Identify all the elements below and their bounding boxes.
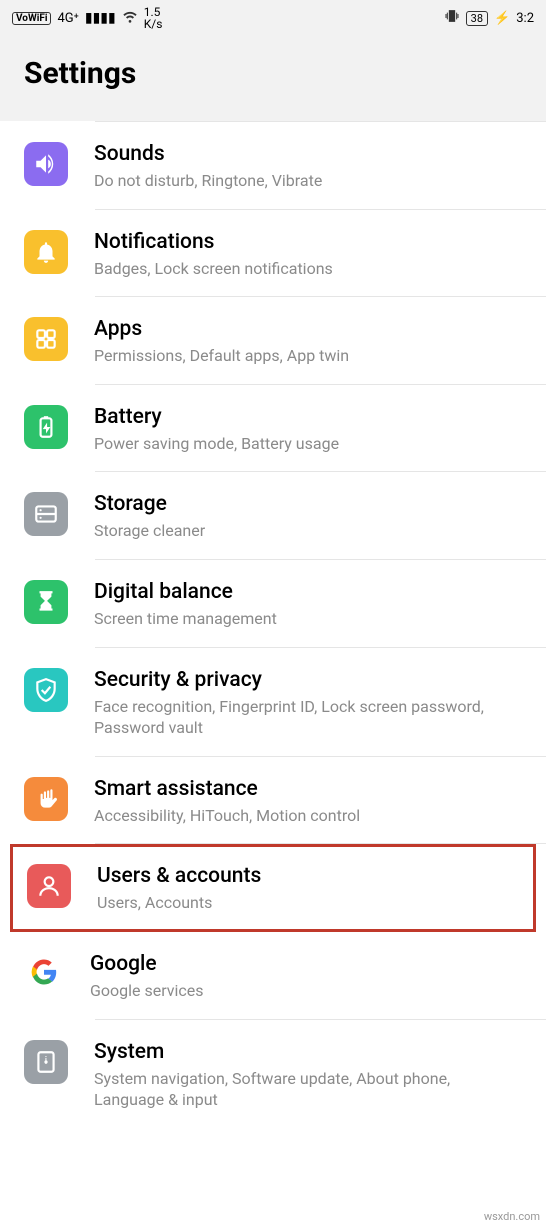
item-text: Smart assistance Accessibility, HiTouch,… [94,775,522,827]
item-subtitle: Do not disturb, Ringtone, Vibrate [94,170,522,192]
hourglass-icon [24,580,68,624]
shield-icon [24,668,68,712]
settings-item-digital-balance[interactable]: Digital balance Screen time management [0,560,546,648]
settings-item-users-accounts[interactable]: Users & accounts Users, Accounts [10,844,536,932]
item-title: Security & privacy [94,668,522,692]
settings-item-notifications[interactable]: Notifications Badges, Lock screen notifi… [0,210,546,298]
battery-icon [24,405,68,449]
vowifi-badge: VoWiFi [12,12,51,25]
status-left: VoWiFi 4G⁺ ▮▮▮▮ 1.5K/s [12,6,162,30]
item-subtitle: Storage cleaner [94,520,522,542]
item-subtitle: Screen time management [94,608,522,630]
item-subtitle: Face recognition, Fingerprint ID, Lock s… [94,696,522,739]
item-subtitle: System navigation, Software update, Abou… [94,1068,522,1111]
page-title: Settings [24,56,522,91]
item-subtitle: Users, Accounts [97,892,519,914]
item-subtitle: Google services [90,980,522,1002]
network-type: 4G⁺ [57,11,78,26]
item-text: Google Google services [90,950,522,1002]
item-subtitle: Power saving mode, Battery usage [94,433,522,455]
status-bar: VoWiFi 4G⁺ ▮▮▮▮ 1.5K/s 38 ⚡ 3:2 [0,0,546,36]
bell-icon [24,230,68,274]
item-text: Battery Power saving mode, Battery usage [94,403,522,455]
watermark: wsxdn.com [484,1210,540,1223]
battery-indicator: 38 [466,11,488,26]
status-right: 38 ⚡ 3:2 [444,8,534,28]
item-subtitle: Badges, Lock screen notifications [94,258,522,280]
page-header: Settings [0,36,546,121]
item-title: Users & accounts [97,864,519,888]
settings-item-apps[interactable]: Apps Permissions, Default apps, App twin [0,297,546,385]
vibrate-icon [444,8,460,28]
svg-text:i: i [45,1054,48,1067]
item-text: Digital balance Screen time management [94,578,522,630]
settings-item-system[interactable]: i System System navigation, Software upd… [0,1020,546,1129]
storage-icon [24,492,68,536]
item-text: Apps Permissions, Default apps, App twin [94,315,522,367]
user-icon [27,864,71,908]
item-title: Notifications [94,230,522,254]
hand-icon [24,777,68,821]
signal-icon: ▮▮▮▮ [85,10,116,26]
item-title: Smart assistance [94,777,522,801]
google-icon [24,952,64,992]
item-subtitle: Permissions, Default apps, App twin [94,345,522,367]
item-title: Apps [94,317,522,341]
clock: 3:2 [516,11,534,26]
item-title: Battery [94,405,522,429]
wifi-icon [122,8,138,28]
item-text: System System navigation, Software updat… [94,1038,522,1111]
item-title: Google [90,952,522,976]
network-speed: 1.5K/s [144,6,163,30]
sound-icon [24,142,68,186]
settings-item-smart-assistance[interactable]: Smart assistance Accessibility, HiTouch,… [0,757,546,845]
item-title: Storage [94,492,522,516]
apps-icon [24,317,68,361]
settings-item-sounds[interactable]: Sounds Do not disturb, Ringtone, Vibrate [0,122,546,210]
item-title: Sounds [94,142,522,166]
charging-icon: ⚡ [494,11,510,26]
item-text: Notifications Badges, Lock screen notifi… [94,228,522,280]
settings-list: Sounds Do not disturb, Ringtone, Vibrate… [0,121,546,1149]
item-text: Sounds Do not disturb, Ringtone, Vibrate [94,140,522,192]
system-icon: i [24,1040,68,1084]
settings-item-security[interactable]: Security & privacy Face recognition, Fin… [0,648,546,757]
item-title: System [94,1040,522,1064]
item-title: Digital balance [94,580,522,604]
settings-item-battery[interactable]: Battery Power saving mode, Battery usage [0,385,546,473]
item-text: Storage Storage cleaner [94,490,522,542]
settings-item-google[interactable]: Google Google services [0,932,546,1020]
item-text: Security & privacy Face recognition, Fin… [94,666,522,739]
item-text: Users & accounts Users, Accounts [97,862,519,914]
settings-item-storage[interactable]: Storage Storage cleaner [0,472,546,560]
item-subtitle: Accessibility, HiTouch, Motion control [94,805,522,827]
